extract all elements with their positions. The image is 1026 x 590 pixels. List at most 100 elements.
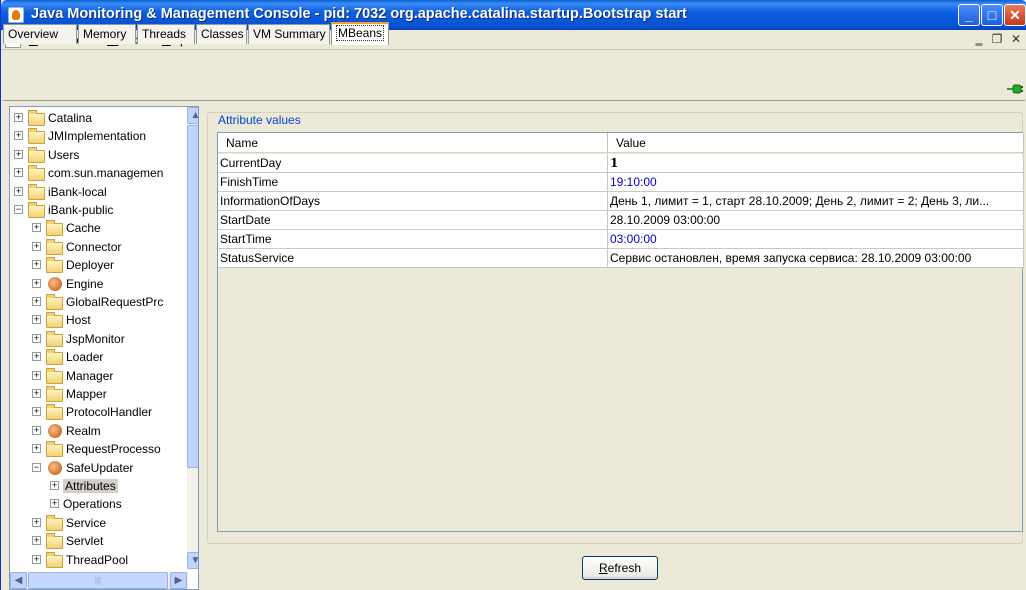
tree-item[interactable]: − SafeUpdater [10, 459, 186, 477]
expand-icon[interactable]: + [14, 149, 23, 159]
expand-icon[interactable]: + [32, 407, 41, 417]
tree-item[interactable]: + Realm [10, 422, 186, 440]
refresh-button[interactable]: Refresh [582, 556, 658, 580]
attribute-value-cell[interactable]: 1 [608, 154, 1024, 173]
expand-icon[interactable]: + [14, 131, 23, 141]
collapse-icon[interactable]: − [14, 205, 23, 214]
tree-item[interactable]: + JMImplementation [10, 127, 186, 145]
mbean-icon [48, 276, 62, 291]
tab-threads[interactable]: Threads [137, 24, 195, 44]
table-row[interactable]: StartDate 28.10.2009 03:00:00 [218, 211, 1024, 230]
attribute-value-cell[interactable]: 28.10.2009 03:00:00 [608, 211, 1024, 230]
expand-icon[interactable]: + [32, 315, 41, 325]
expand-icon[interactable]: + [32, 425, 41, 435]
tree-item[interactable]: + Engine [10, 275, 186, 293]
tree-item[interactable]: − iBank-public [10, 201, 186, 219]
attribute-table[interactable]: Name Value CurrentDay 1 FinishTime 19:10:00… [217, 132, 1024, 532]
tree-horizontal-scrollbar[interactable]: ◀ ||| ▶ [10, 572, 188, 589]
expand-icon[interactable]: + [14, 168, 23, 178]
expand-icon[interactable]: + [32, 223, 41, 233]
tree-item[interactable]: + Operations [10, 495, 186, 513]
maximize-button[interactable]: □ [981, 4, 1003, 26]
expand-icon[interactable]: + [32, 241, 41, 251]
attribute-value-cell[interactable]: 03:00:00 [608, 230, 1024, 249]
tree-item[interactable]: + com.sun.managemen [10, 164, 186, 182]
attribute-name-cell[interactable]: StartTime [218, 230, 608, 249]
expand-icon[interactable]: + [32, 260, 41, 270]
column-header-name[interactable]: Name [218, 133, 608, 153]
expand-icon[interactable]: + [32, 297, 41, 306]
table-row[interactable]: StartTime 03:00:00 [218, 230, 1024, 249]
inner-restore-icon[interactable]: ❐ [989, 32, 1005, 48]
attribute-name-cell[interactable]: InformationOfDays [218, 192, 608, 211]
tree-item-label: iBank-public [48, 203, 114, 217]
tree-item[interactable]: + RequestProcesso [10, 440, 186, 458]
tab-classes[interactable]: Classes [196, 24, 247, 44]
close-button[interactable]: ✕ [1004, 4, 1026, 26]
tab-overview[interactable]: Overview [3, 24, 77, 44]
inner-minimize-icon[interactable]: ‗ [971, 32, 987, 48]
table-row[interactable]: InformationOfDays День 1, лимит = 1, стар… [218, 192, 1024, 211]
column-header-value[interactable]: Value [608, 133, 1024, 153]
collapse-icon[interactable]: − [32, 462, 41, 472]
expand-icon[interactable]: + [32, 444, 41, 454]
java-app-icon[interactable] [8, 7, 24, 23]
folder-icon [46, 514, 63, 531]
expand-icon[interactable]: + [32, 278, 41, 288]
attribute-name-cell[interactable]: StartDate [218, 211, 608, 230]
attribute-name-cell[interactable]: CurrentDay [218, 154, 608, 173]
tree-vertical-scrollbar[interactable]: ▲ ▼ [187, 107, 198, 569]
expand-icon[interactable]: + [50, 499, 59, 509]
app-window: Java Monitoring & Management Console - p… [0, 0, 1026, 590]
expand-icon[interactable]: + [32, 536, 41, 546]
expand-icon[interactable]: + [14, 113, 23, 122]
tree-item[interactable]: + Deployer [10, 256, 186, 274]
tab-memory[interactable]: Memory [78, 24, 136, 44]
attribute-value-cell[interactable]: 19:10:00 [608, 173, 1024, 192]
expand-icon[interactable]: + [32, 554, 41, 564]
hscroll-thumb[interactable]: ||| [28, 572, 168, 589]
tree-item[interactable]: + Service [10, 514, 186, 532]
expand-icon[interactable]: + [32, 352, 41, 362]
attribute-name-cell[interactable]: StatusService [218, 249, 608, 268]
tree-item-label: Loader [66, 350, 104, 365]
tree-item[interactable]: + Cache [10, 219, 186, 237]
inner-close-icon[interactable]: ✕ [1008, 32, 1024, 48]
tree-item-label: Deployer [66, 258, 115, 273]
expand-icon[interactable]: + [32, 333, 41, 343]
mbean-tree[interactable]: ▲ ▼ ◀ ||| ▶ + Catalina + JMImplementation + U… [9, 106, 199, 590]
tree-item[interactable]: + Host [10, 311, 186, 329]
table-row[interactable]: CurrentDay 1 [218, 154, 1024, 173]
scroll-down-icon[interactable]: ▼ [187, 552, 198, 569]
attribute-value-cell[interactable]: День 1, лимит = 1, старт 28.10.2009; Ден… [608, 192, 1024, 211]
expand-icon[interactable]: + [14, 186, 23, 196]
tree-item[interactable]: + Servlet [10, 532, 186, 550]
tree-item[interactable]: + Users [10, 146, 186, 164]
expand-icon[interactable]: + [32, 389, 41, 398]
scroll-thumb[interactable] [187, 125, 198, 468]
tree-item[interactable]: + Connector [10, 238, 186, 256]
tree-item[interactable]: + ProtocolHandler [10, 403, 186, 421]
tree-item[interactable]: + Loader [10, 348, 186, 366]
attribute-value-cell[interactable]: Сервис остановлен, время запуска сервиса… [608, 249, 1024, 268]
attribute-name-cell[interactable]: FinishTime [218, 173, 608, 192]
expand-icon[interactable]: + [32, 370, 41, 380]
scroll-right-icon[interactable]: ▶ [170, 572, 187, 589]
tree-item[interactable]: + Mapper [10, 385, 186, 403]
tab-mbeans[interactable]: MBeans [331, 22, 389, 45]
tree-item[interactable]: + Attributes [10, 477, 186, 495]
expand-icon[interactable]: + [32, 517, 41, 527]
scroll-left-icon[interactable]: ◀ [10, 572, 27, 589]
minimize-button[interactable]: _ [958, 4, 980, 26]
scroll-up-icon[interactable]: ▲ [187, 107, 198, 124]
tree-item[interactable]: + GlobalRequestPrc [10, 293, 186, 311]
tree-item[interactable]: + iBank-local [10, 183, 186, 201]
table-row[interactable]: FinishTime 19:10:00 [218, 173, 1024, 192]
expand-icon[interactable]: + [50, 481, 59, 490]
tree-item[interactable]: + JspMonitor [10, 330, 186, 348]
tree-item[interactable]: + Manager [10, 367, 186, 385]
tree-item[interactable]: + Catalina [10, 109, 186, 127]
tree-item[interactable]: + ThreadPool [10, 551, 186, 569]
table-row[interactable]: StatusService Сервис остановлен, время за… [218, 249, 1024, 268]
tab-vm-summary[interactable]: VM Summary [248, 24, 330, 44]
